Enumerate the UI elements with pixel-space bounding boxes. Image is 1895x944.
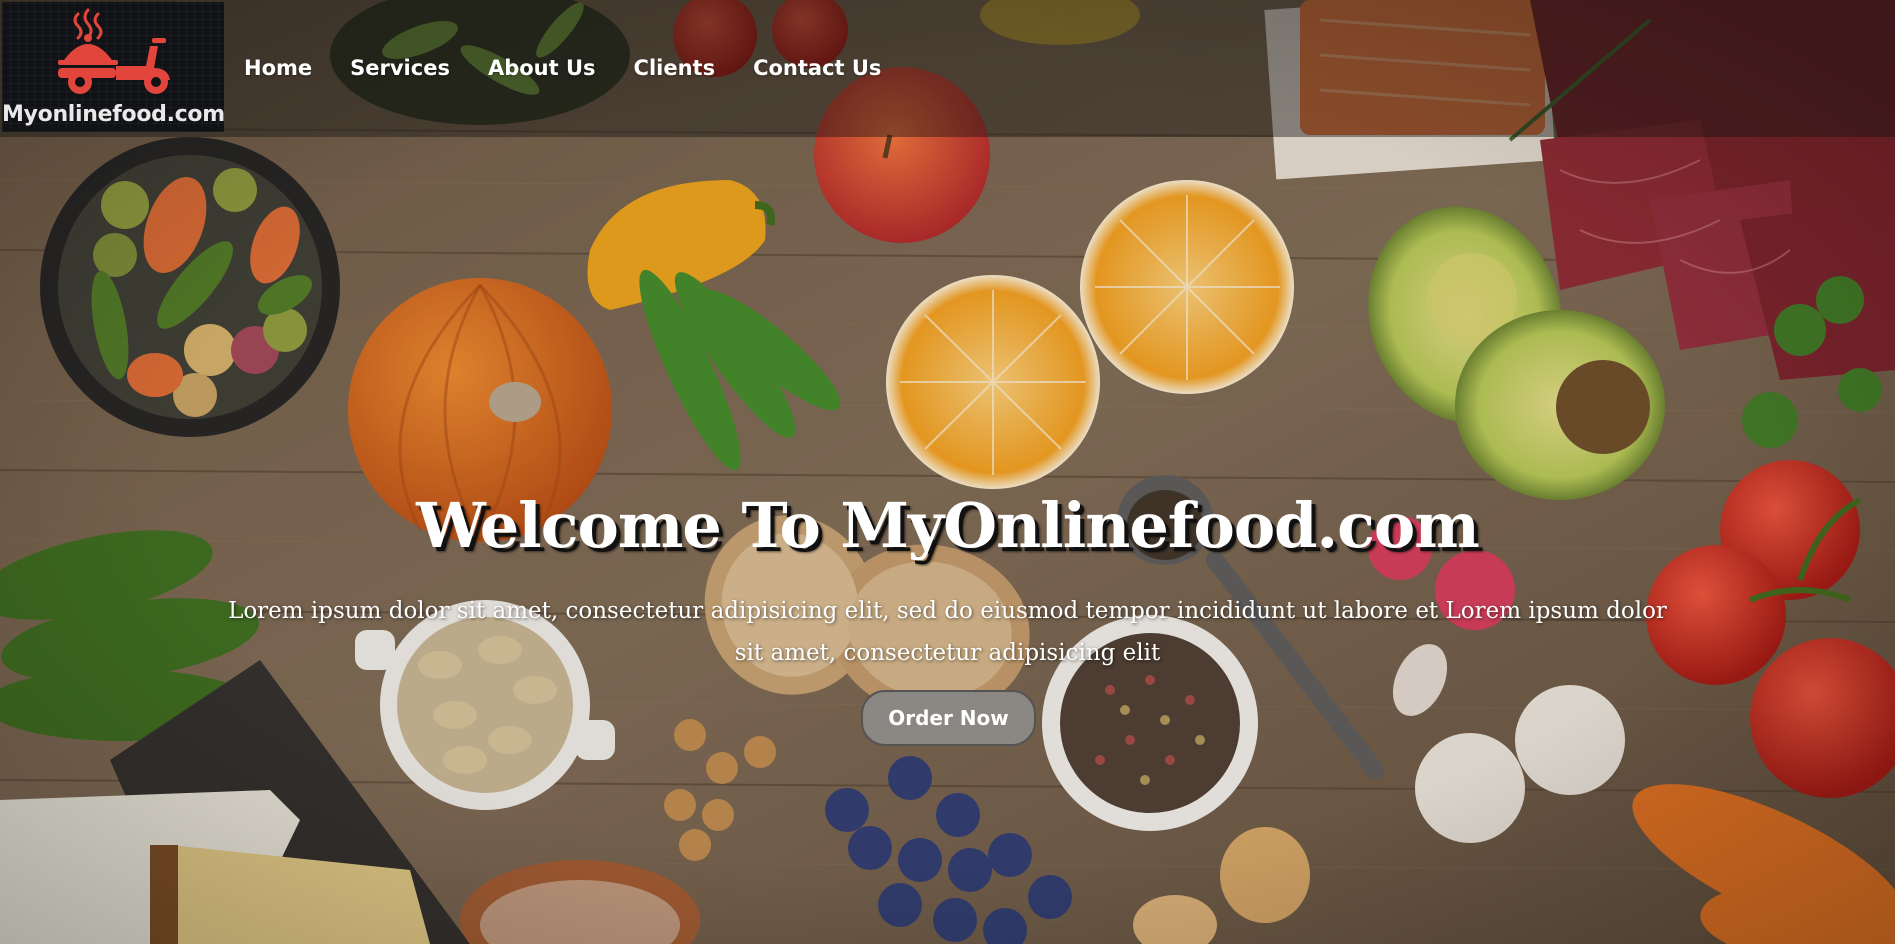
brand-name: Myonlinefood.com [2, 102, 225, 127]
hero-background-image [0, 0, 1895, 944]
order-now-button[interactable]: Order Now [861, 690, 1036, 746]
main-navigation: Home Services About Us Clients Contact U… [244, 52, 881, 84]
nav-item-clients[interactable]: Clients [634, 52, 716, 84]
food-delivery-scooter-icon [58, 8, 170, 94]
nav-item-contact-us[interactable]: Contact Us [753, 52, 881, 84]
nav-item-services[interactable]: Services [350, 52, 450, 84]
hero-subtitle: Lorem ipsum dolor sit amet, consectetur … [228, 598, 1667, 666]
top-navbar: Myonlinefood.com Home Services About Us … [0, 0, 1895, 137]
nav-item-home[interactable]: Home [244, 52, 312, 84]
landing-page: Myonlinefood.com Home Services About Us … [0, 0, 1895, 944]
brand-logo[interactable]: Myonlinefood.com [2, 2, 225, 132]
hero-title: Welcome To MyOnlinefood.com [416, 489, 1480, 562]
nav-item-about-us[interactable]: About Us [488, 52, 596, 84]
